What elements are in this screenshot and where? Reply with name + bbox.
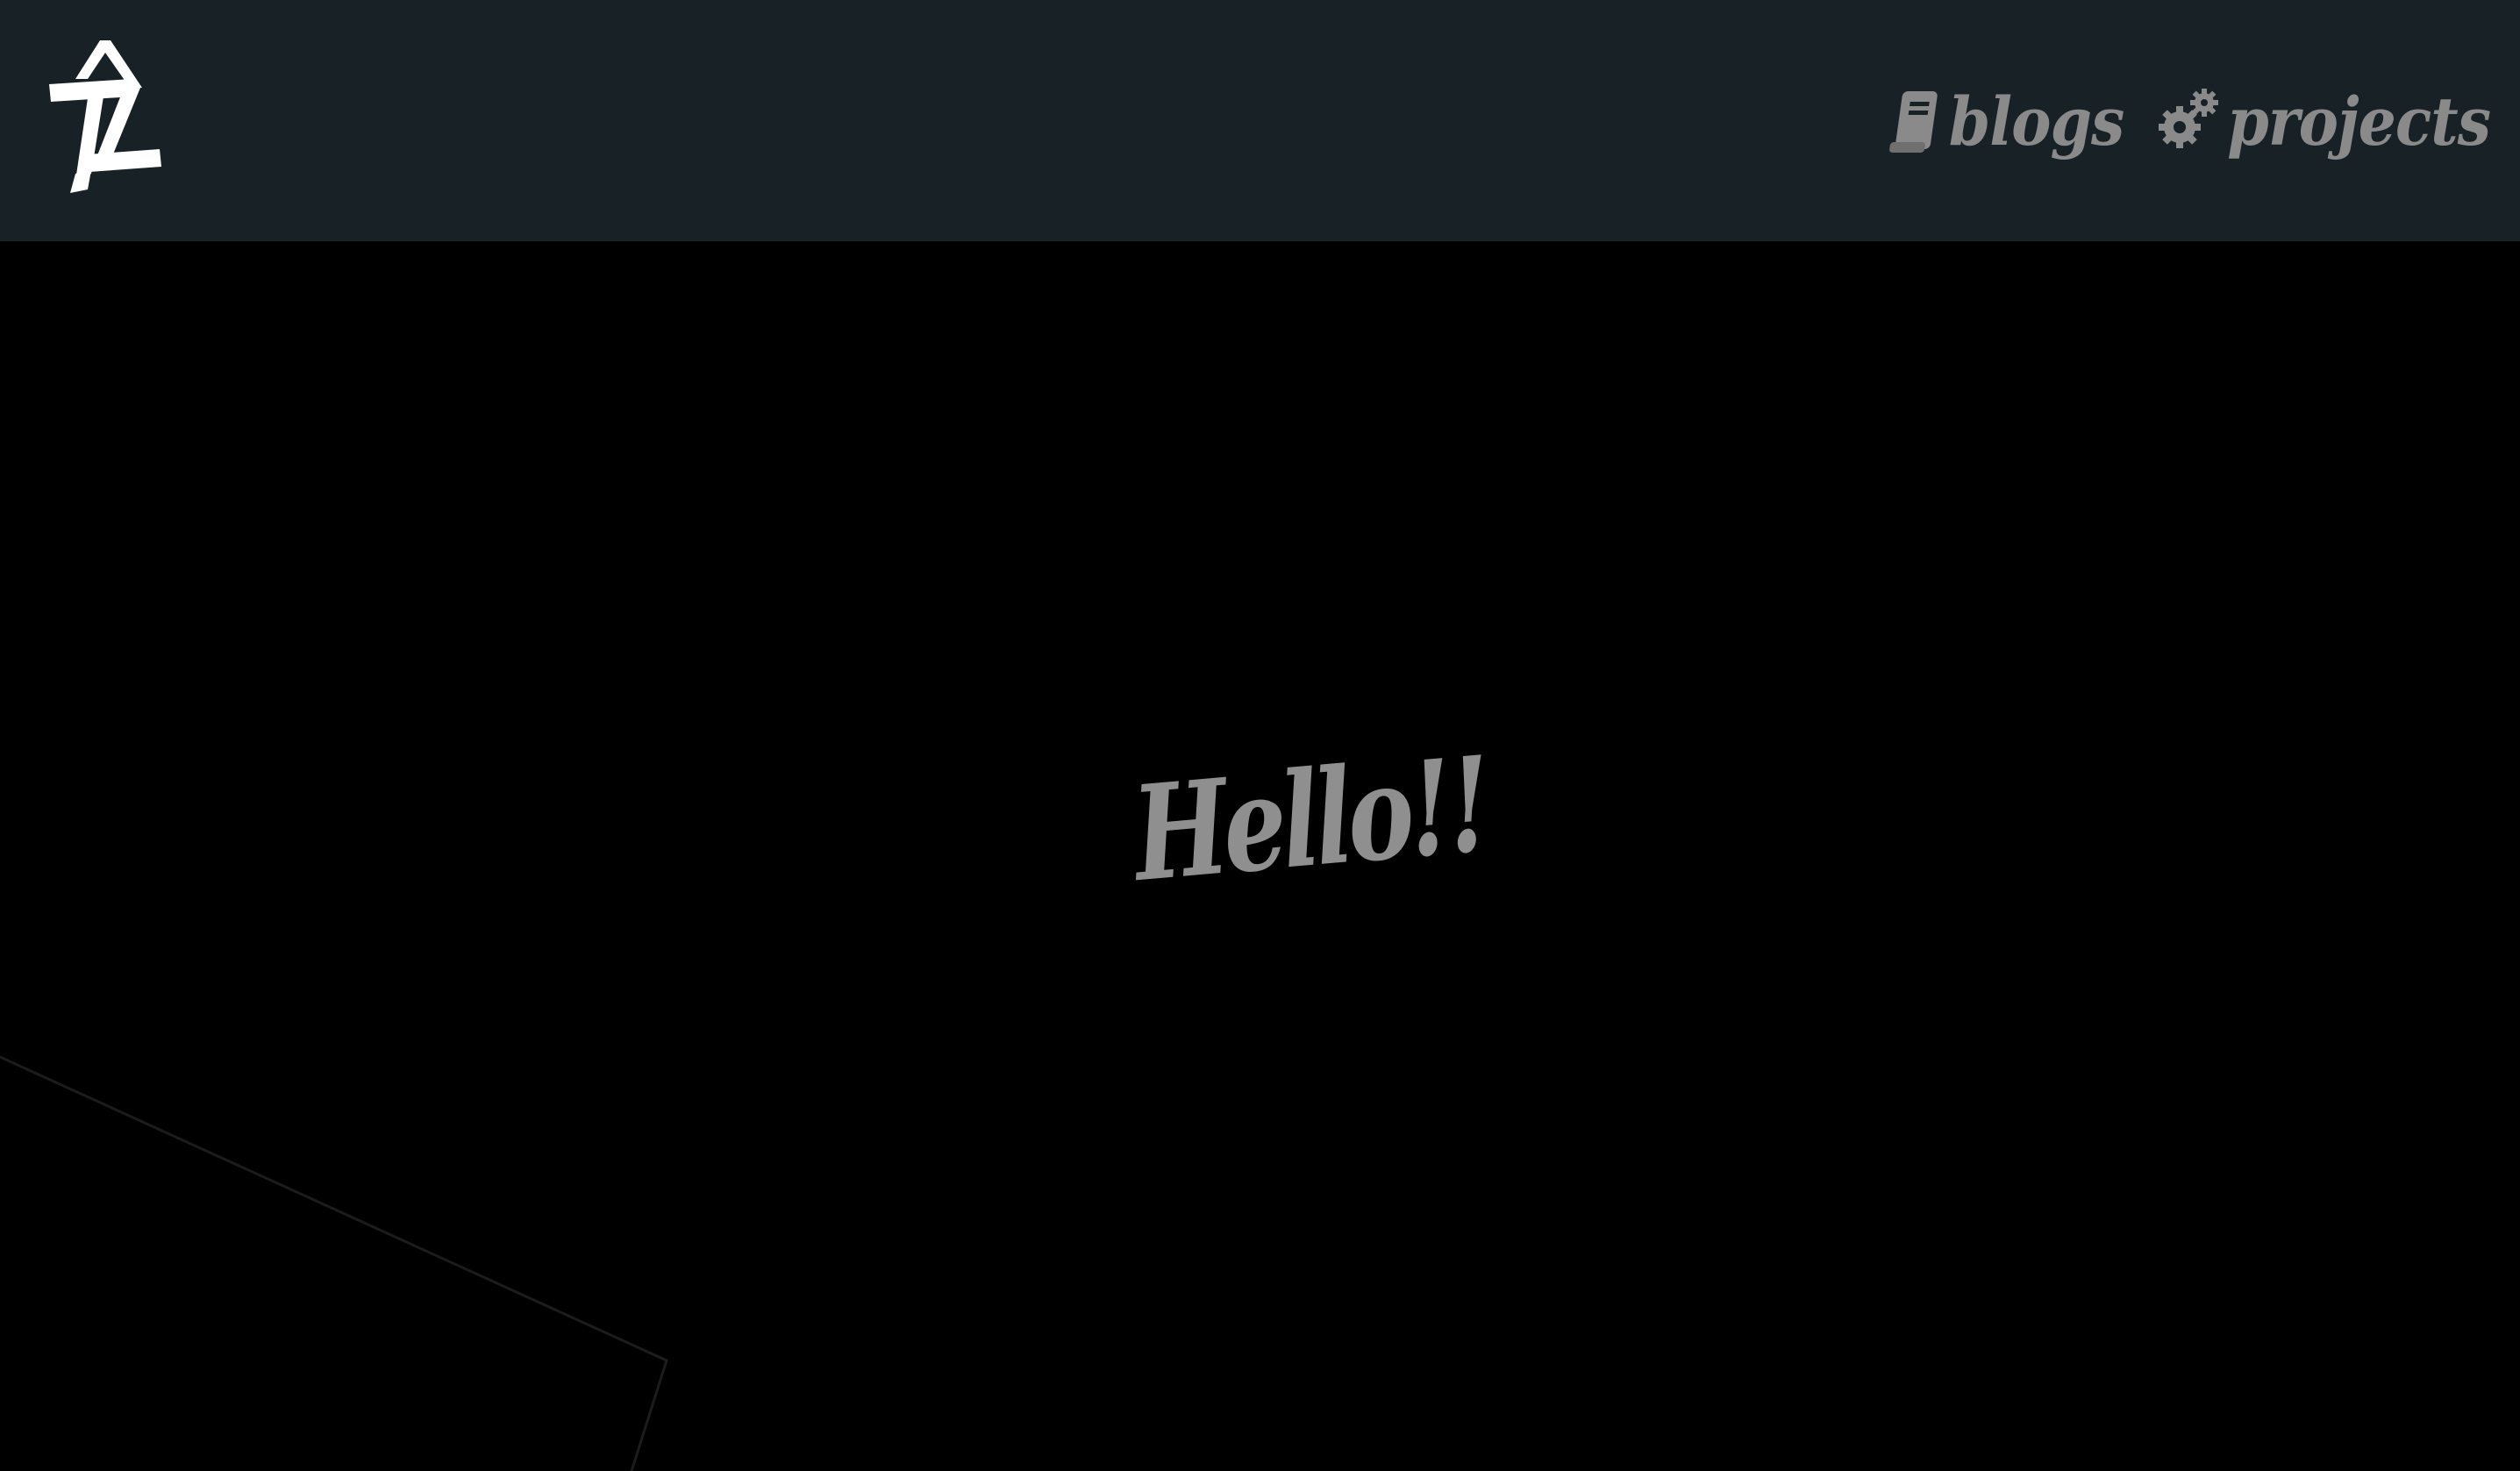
site-logo[interactable] <box>37 33 168 200</box>
main-content: Hello!! <box>0 241 2520 1471</box>
hero: Hello!! <box>1110 727 1493 910</box>
hero-title: Hello!! <box>1127 727 1493 911</box>
zt-logo-icon <box>49 40 161 193</box>
nav-blogs-link[interactable]: blogs <box>1888 82 2125 161</box>
book-icon <box>1888 88 1942 156</box>
top-bar: blogs projects <box>0 0 2520 241</box>
nav-blogs-label: blogs <box>1948 82 2125 161</box>
nav-projects-label: projects <box>2227 82 2491 161</box>
nav-projects-link[interactable]: projects <box>2157 82 2491 161</box>
gears-icon <box>2157 87 2220 157</box>
main-nav: blogs projects <box>1888 75 2491 168</box>
